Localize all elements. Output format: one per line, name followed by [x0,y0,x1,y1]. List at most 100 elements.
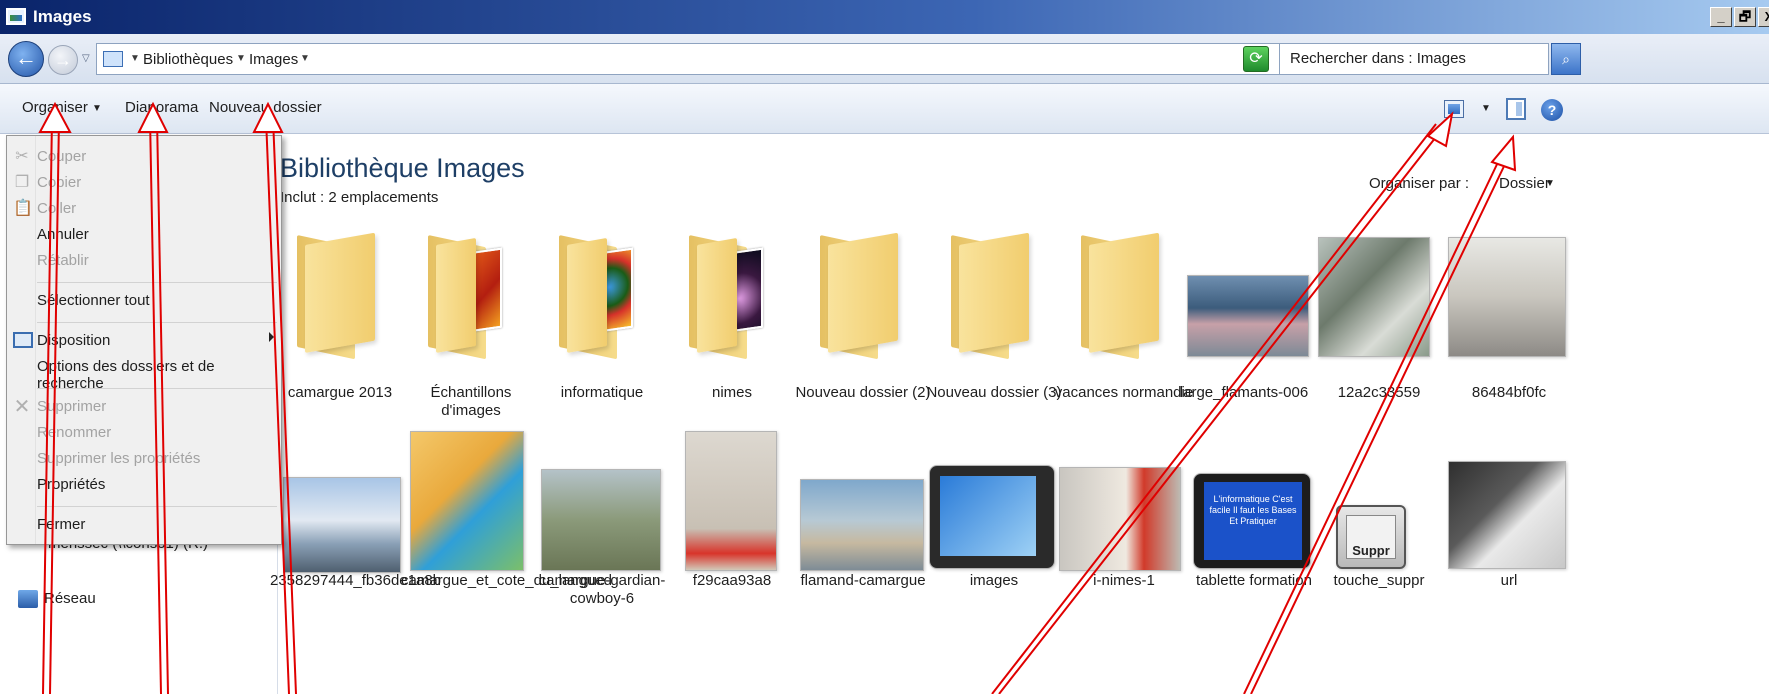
item-label: large_flamants-006 [1179,384,1309,401]
menu-item-paste[interactable]: Coller [37,200,76,217]
tablet-screen-text: L'informatique C'est facile Il faut les … [1204,482,1302,560]
image-thumbnail [685,431,777,571]
image-item[interactable]: images [929,435,1059,665]
menu-item-copy[interactable]: Copier [37,174,81,191]
image-item[interactable]: 2358297444_fb36de1a8b [270,435,441,665]
image-item[interactable]: flamand-camargue [798,435,928,665]
change-view-icon[interactable] [1444,100,1464,118]
menu-separator [37,282,277,283]
image-item[interactable]: 12a2c33559 [1314,135,1444,401]
slideshow-button[interactable]: Diaporama [125,99,198,116]
address-field[interactable]: ▼ Bibliothèques ▼ Images ▼ ▼ [96,43,1319,75]
menu-item-rename[interactable]: Renommer [37,424,111,441]
help-icon[interactable]: ? [1541,99,1563,121]
back-arrow-icon[interactable]: ← [8,41,44,77]
image-item[interactable]: url [1444,435,1574,665]
menu-item-layout[interactable]: Disposition [37,332,110,349]
menu-item-remove-properties[interactable]: Supprimer les propriétés [37,450,200,467]
submenu-arrow-icon [269,332,274,342]
folder-icon [951,232,1035,360]
close-button[interactable]: X [1758,7,1769,27]
search-icon[interactable]: ⌕ [1551,43,1581,75]
item-label: Nouveau dossier (3) [926,384,1062,401]
item-label: f29caa93a8 [692,572,772,589]
search-input[interactable]: Rechercher dans : Images [1279,43,1549,75]
image-thumbnail [1187,275,1309,357]
folder-icon [428,235,512,360]
menu-item-redo[interactable]: Rétablir [37,252,89,269]
image-thumbnail: L'informatique C'est facile Il faut les … [1193,473,1311,569]
breadcrumb-libraries[interactable]: Bibliothèques [143,51,233,68]
item-label: Échantillons d'images [430,384,512,419]
library-view: Bibliothèque Images Inclut : 2 emplaceme… [270,135,1769,694]
maximize-button[interactable]: 🗗 [1734,7,1756,27]
folder-item[interactable]: Nouveau dossier (2) [795,135,931,401]
menu-item-close[interactable]: Fermer [37,516,85,533]
image-thumbnail [410,431,524,571]
layout-icon [13,332,33,348]
menu-item-delete[interactable]: Supprimer [37,398,106,415]
menu-separator [37,388,277,389]
delete-icon: ✕ [13,396,31,418]
item-label: camargue 2013 [287,384,393,401]
item-label: touche_suppr [1333,572,1425,589]
menu-item-folder-options[interactable]: Options des dossiers et de recherche [37,358,281,392]
item-label: url [1500,572,1518,589]
folder-item[interactable]: Échantillons d'images [406,135,536,419]
image-item[interactable]: large_flamants-006 [1179,135,1309,401]
image-item[interactable]: i-nimes-1 [1059,435,1189,665]
breadcrumb-separator-icon[interactable]: ▼ [236,53,246,64]
image-thumbnail [929,465,1055,569]
menu-item-undo[interactable]: Annuler [37,226,89,243]
folder-item[interactable]: camargue 2013 [275,135,405,401]
image-item[interactable]: camargue-gardian-cowboy-6 [537,435,667,665]
nav-item-network[interactable]: Réseau [44,590,96,607]
breadcrumb-images[interactable]: Images [249,51,298,68]
folder-item[interactable]: vacances normandie [1055,135,1193,401]
folder-icon [820,232,904,360]
minimize-button[interactable]: _ [1710,7,1732,27]
item-label: nimes [711,384,752,401]
new-folder-button[interactable]: Nouveau dossier [209,99,322,116]
image-thumbnail [1318,237,1430,357]
menu-item-cut[interactable]: Couper [37,148,86,165]
image-item[interactable]: Suppr touche_suppr [1314,435,1444,665]
refresh-icon[interactable]: ⟳ [1243,46,1269,72]
copy-icon: ❐ [14,174,30,191]
suppr-key-text: Suppr [1346,515,1396,559]
organise-dropdown-icon[interactable]: ▼ [92,103,102,114]
address-bar: ← → ▽ ▼ Bibliothèques ▼ Images ▼ ▼ ⟳ Rec… [0,34,1769,84]
history-dropdown-icon[interactable]: ▽ [82,53,90,64]
breadcrumb-separator-icon[interactable]: ▼ [130,53,140,64]
organise-menu: ✂ Couper ❐ Copier 📋 Coller Annuler Rétab… [6,135,282,545]
pictures-library-icon [6,8,26,25]
folder-item[interactable]: Nouveau dossier (3) [926,135,1062,401]
folder-item[interactable]: informatique [537,135,667,401]
item-label: vacances normandie [1054,384,1194,401]
item-label: images [969,572,1019,589]
command-bar: Organiser ▼ Diaporama Nouveau dossier ▼ … [0,84,1769,134]
image-thumbnail [1448,237,1566,357]
forward-arrow-icon[interactable]: → [48,45,78,75]
image-item[interactable]: L'informatique C'est facile Il faut les … [1189,435,1319,665]
menu-item-select-all[interactable]: Sélectionner tout [37,292,150,309]
item-label: 86484bf0fc [1471,384,1547,401]
view-options-dropdown-icon[interactable]: ▼ [1481,103,1491,114]
item-label: informatique [560,384,644,401]
image-thumbnail [1059,467,1181,571]
image-thumbnail [800,479,924,571]
item-label: 12a2c33559 [1337,384,1421,401]
preview-pane-icon[interactable] [1506,98,1526,120]
image-item[interactable]: f29caa93a8 [667,431,797,665]
image-item[interactable]: camargue_et_cote_du_langued [401,431,612,665]
organise-button[interactable]: Organiser [22,99,88,116]
folder-item[interactable]: nimes [667,135,797,401]
image-item[interactable]: 86484bf0fc [1444,135,1574,401]
menu-separator [37,506,277,507]
paste-icon: 📋 [13,200,33,217]
folder-icon [689,235,773,360]
breadcrumb-separator-icon[interactable]: ▼ [300,53,310,64]
folder-icon [297,232,381,360]
window-title: Images [33,7,92,26]
menu-item-properties[interactable]: Propriétés [37,476,105,493]
